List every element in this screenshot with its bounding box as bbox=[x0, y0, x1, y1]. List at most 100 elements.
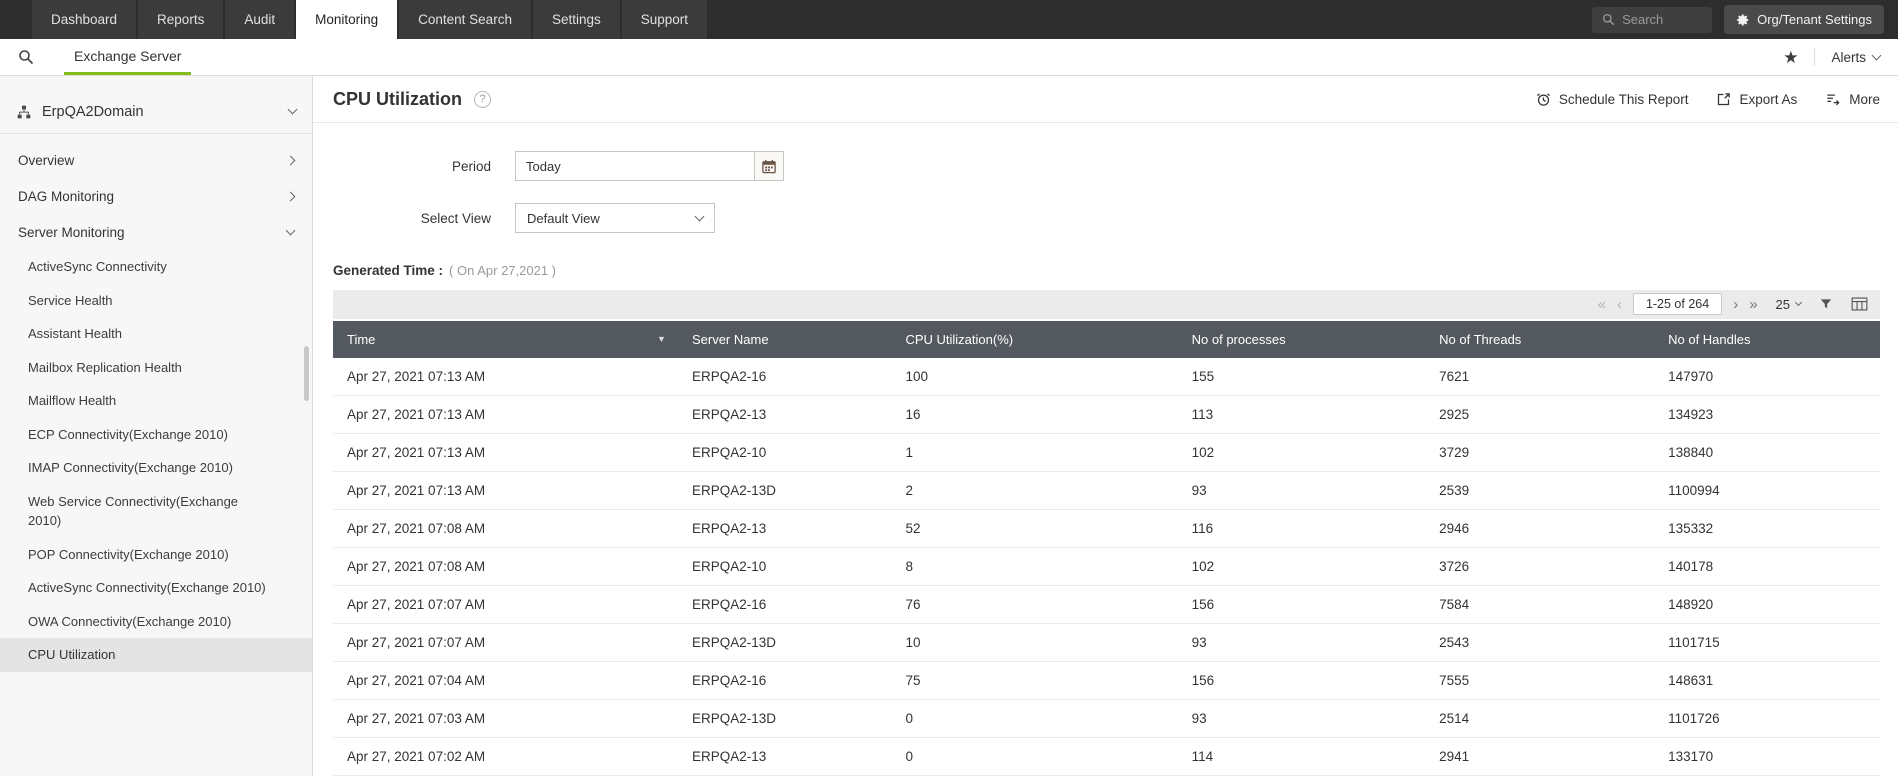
top-nav-tab-content-search[interactable]: Content Search bbox=[399, 0, 531, 39]
first-page-button[interactable]: « bbox=[1598, 297, 1606, 312]
column-header-cpu-utilization[interactable]: CPU Utilization(%) bbox=[891, 320, 1178, 358]
funnel-icon bbox=[1820, 299, 1832, 309]
sidebar-scrollbar[interactable] bbox=[304, 346, 309, 401]
table-row[interactable]: Apr 27, 2021 07:07 AM ERPQA2-16 76 156 7584 1… bbox=[333, 585, 1880, 624]
alerts-dropdown[interactable]: Alerts bbox=[1831, 50, 1882, 65]
period-row: Period bbox=[333, 151, 1880, 182]
top-nav: Dashboard Reports Audit Monitoring Content S… bbox=[0, 0, 1898, 39]
table-cell: 102 bbox=[1177, 433, 1426, 472]
favorites-star-icon[interactable]: ★ bbox=[1783, 49, 1798, 66]
top-nav-tab-support[interactable]: Support bbox=[621, 0, 708, 39]
next-page-button[interactable]: › bbox=[1733, 297, 1738, 312]
select-view-label: Select View bbox=[420, 210, 491, 226]
more-list-icon bbox=[1827, 94, 1840, 105]
sidebar-section-server-monitoring[interactable]: Server Monitoring bbox=[0, 214, 312, 250]
sidebar-item-activesync-connectivity-exchange-2010[interactable]: ActiveSync Connectivity(Exchange 2010) bbox=[0, 571, 312, 605]
sidebar-item-ecp-connectivity-exchange-2010[interactable]: ECP Connectivity(Exchange 2010) bbox=[0, 418, 312, 452]
column-header-no-of-threads[interactable]: No of Threads bbox=[1425, 320, 1655, 358]
column-header-time[interactable]: Time ▼ bbox=[333, 320, 678, 358]
filter-icon[interactable] bbox=[1819, 297, 1833, 311]
sidebar-section-overview[interactable]: Overview bbox=[0, 142, 312, 178]
column-chooser-icon[interactable] bbox=[1851, 297, 1868, 311]
table-cell: Apr 27, 2021 07:13 AM bbox=[333, 357, 678, 396]
top-nav-tab-audit[interactable]: Audit bbox=[225, 0, 295, 39]
column-header-no-of-handles[interactable]: No of Handles bbox=[1654, 320, 1880, 358]
table-row[interactable]: Apr 27, 2021 07:08 AM ERPQA2-10 8 102 3726 14… bbox=[333, 547, 1880, 586]
sidebar-item-imap-connectivity-exchange-2010[interactable]: IMAP Connectivity(Exchange 2010) bbox=[0, 451, 312, 485]
org-tenant-settings-button[interactable]: Org/Tenant Settings bbox=[1724, 5, 1884, 34]
domain-selector[interactable]: ErpQA2Domain bbox=[0, 90, 312, 134]
prev-page-button[interactable]: ‹ bbox=[1617, 297, 1622, 312]
table-cell: 2539 bbox=[1425, 471, 1655, 510]
table-row[interactable]: Apr 27, 2021 07:02 AM ERPQA2-13 0 114 2941 13… bbox=[333, 737, 1880, 776]
table-row[interactable]: Apr 27, 2021 07:13 AM ERPQA2-10 1 102 3729 13… bbox=[333, 433, 1880, 472]
top-nav-tab-settings[interactable]: Settings bbox=[532, 0, 620, 39]
tab-exchange-server[interactable]: Exchange Server bbox=[64, 39, 192, 75]
last-page-button[interactable]: » bbox=[1749, 297, 1757, 312]
table-row[interactable]: Apr 27, 2021 07:07 AM ERPQA2-13D 10 93 2543 1… bbox=[333, 623, 1880, 662]
sidebar-item-mailflow-health[interactable]: Mailflow Health bbox=[0, 384, 312, 418]
table-cell: ERPQA2-13 bbox=[677, 737, 892, 776]
app-window: Dashboard Reports Audit Monitoring Content S… bbox=[0, 0, 1898, 776]
more-button[interactable]: More bbox=[1825, 92, 1880, 107]
table-cell: 76 bbox=[891, 585, 1178, 624]
table-cell: 3729 bbox=[1425, 433, 1655, 472]
table-row[interactable]: Apr 27, 2021 07:08 AM ERPQA2-13 52 116 2946 1… bbox=[333, 509, 1880, 548]
table-cell: 156 bbox=[1177, 585, 1426, 624]
report-filters: Period Select View Default View bbox=[333, 123, 1880, 255]
sidebar-item-owa-connectivity-exchange-2010[interactable]: OWA Connectivity(Exchange 2010) bbox=[0, 605, 312, 639]
table-cell: 114 bbox=[1177, 737, 1426, 776]
sidebar-item-cpu-utilization[interactable]: CPU Utilization bbox=[0, 638, 312, 672]
more-label: More bbox=[1849, 91, 1880, 107]
pagination-bar: « ‹ 1-25 of 264 › » 25 bbox=[333, 290, 1880, 319]
global-search-box[interactable] bbox=[1592, 6, 1713, 33]
table-cell: Apr 27, 2021 07:13 AM bbox=[333, 395, 678, 434]
sidebar-item-service-health[interactable]: Service Health bbox=[0, 284, 312, 318]
table-cell: 93 bbox=[1177, 471, 1426, 510]
table-cell: 8 bbox=[891, 547, 1178, 586]
table-cell: 10 bbox=[891, 623, 1178, 662]
table-row[interactable]: Apr 27, 2021 07:13 AM ERPQA2-16 100 155 7621… bbox=[333, 357, 1880, 396]
table-cell: 2514 bbox=[1425, 699, 1655, 738]
sidebar-item-activesync-connectivity[interactable]: ActiveSync Connectivity bbox=[0, 250, 312, 284]
table-cell: 148920 bbox=[1654, 585, 1880, 624]
table-cell: Apr 27, 2021 07:04 AM bbox=[333, 661, 678, 700]
generated-time-row: Generated Time : ( On Apr 27,2021 ) bbox=[333, 263, 1880, 278]
calendar-button[interactable] bbox=[754, 151, 784, 182]
top-nav-tab-monitoring[interactable]: Monitoring bbox=[296, 0, 398, 39]
sub-nav-right: ★ Alerts bbox=[1783, 39, 1898, 75]
global-search-input[interactable] bbox=[1622, 12, 1703, 27]
view-select[interactable]: Default View bbox=[515, 203, 715, 234]
sidebar-item-mailbox-replication-health[interactable]: Mailbox Replication Health bbox=[0, 351, 312, 385]
column-header-server-name[interactable]: Server Name bbox=[677, 320, 892, 358]
sidebar-item-pop-connectivity-exchange-2010[interactable]: POP Connectivity(Exchange 2010) bbox=[0, 538, 312, 572]
table-cell: 0 bbox=[891, 699, 1178, 738]
period-input[interactable] bbox=[515, 151, 755, 182]
sidebar-item-web-service-connectivity-exchange-2010[interactable]: Web Service Connectivity(Exchange 2010) bbox=[0, 485, 312, 538]
divider bbox=[1814, 48, 1816, 66]
sidebar-section-label: Server Monitoring bbox=[18, 224, 125, 240]
schedule-report-button[interactable]: Schedule This Report bbox=[1536, 92, 1688, 107]
export-as-label: Export As bbox=[1739, 91, 1798, 107]
table-cell: ERPQA2-13 bbox=[677, 395, 892, 434]
table-cell: 1 bbox=[891, 433, 1178, 472]
top-nav-tab-dashboard[interactable]: Dashboard bbox=[32, 0, 137, 39]
page-size-select[interactable]: 25 bbox=[1776, 297, 1803, 312]
column-header-no-of-processes[interactable]: No of processes bbox=[1177, 320, 1426, 358]
table-cell: 1100994 bbox=[1654, 471, 1880, 510]
table-row[interactable]: Apr 27, 2021 07:13 AM ERPQA2-13 16 113 2925 1… bbox=[333, 395, 1880, 434]
column-header-label: No of processes bbox=[1191, 331, 1286, 347]
table-row[interactable]: Apr 27, 2021 07:13 AM ERPQA2-13D 2 93 2539 11… bbox=[333, 471, 1880, 510]
table-row[interactable]: Apr 27, 2021 07:03 AM ERPQA2-13D 0 93 2514 11… bbox=[333, 699, 1880, 738]
module-search-icon[interactable] bbox=[18, 39, 34, 75]
chevron-down-icon bbox=[285, 225, 296, 235]
table-cell: 16 bbox=[891, 395, 1178, 434]
sidebar-item-assistant-health[interactable]: Assistant Health bbox=[0, 317, 312, 351]
table-cell: 138840 bbox=[1654, 433, 1880, 472]
sort-arrow-icon[interactable]: ▼ bbox=[657, 334, 666, 344]
top-nav-tab-reports[interactable]: Reports bbox=[138, 0, 224, 39]
help-icon[interactable]: ? bbox=[474, 90, 491, 108]
export-as-button[interactable]: Export As bbox=[1716, 92, 1797, 107]
table-row[interactable]: Apr 27, 2021 07:04 AM ERPQA2-16 75 156 7555 1… bbox=[333, 661, 1880, 700]
sidebar-section-dag-monitoring[interactable]: DAG Monitoring bbox=[0, 178, 312, 214]
